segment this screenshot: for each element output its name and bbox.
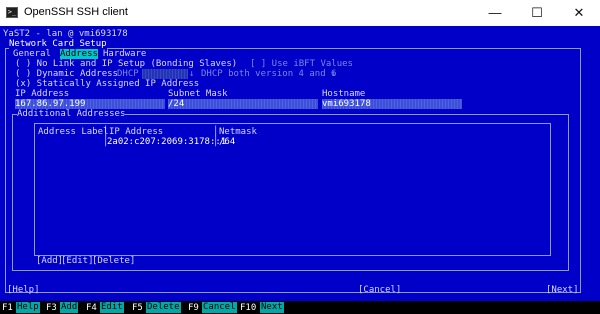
chevron-down-icon: ↓	[331, 69, 337, 79]
edit-button[interactable]: [Edit]	[61, 256, 94, 266]
column-header-ip-address[interactable]: IP Address	[109, 127, 163, 137]
tab-general[interactable]: General	[13, 49, 51, 59]
row-netmask: /64	[219, 137, 236, 147]
radio-no-link[interactable]: ( ) No Link and IP Setup (Bonding Slaves…	[15, 59, 237, 69]
subnet-mask-input[interactable]: /24	[168, 99, 184, 109]
minimize-icon[interactable]: —	[474, 0, 516, 26]
fkey-f1[interactable]: F1	[2, 303, 13, 313]
ip-address-label: IP Address	[15, 89, 70, 99]
dialog-title: Network Card Setup	[9, 39, 107, 49]
fkey-label-add[interactable]: Add	[60, 302, 79, 313]
fkey-label-next[interactable]: Next	[260, 302, 284, 313]
chevron-down-icon: ↓	[189, 69, 195, 79]
column-separator: │	[213, 137, 219, 147]
fkey-label-cancel[interactable]: Cancel	[202, 302, 237, 313]
additional-addresses-title: Additional Addresses	[17, 109, 126, 119]
column-header-netmask[interactable]: Netmask	[219, 127, 257, 137]
column-separator: │	[103, 127, 109, 137]
yast-header: YaST2 - lan @ vmi693178	[3, 29, 128, 39]
fkey-label-delete[interactable]: Delete	[146, 302, 181, 313]
help-button[interactable]: [Help]	[7, 285, 40, 295]
row-ip-address: 2a02:c207:2069:3178::1	[107, 137, 227, 147]
fkey-f4[interactable]: F4	[86, 303, 97, 313]
subnet-mask-field[interactable]	[168, 99, 318, 109]
radio-dynamic[interactable]: ( ) Dynamic Address	[15, 69, 118, 79]
subnet-mask-label: Subnet Mask	[168, 89, 228, 99]
fkey-f3[interactable]: F3	[46, 303, 57, 313]
window-titlebar: >_ OpenSSH SSH client — ☐ ✕	[0, 0, 600, 26]
column-header-address-label[interactable]: Address Label	[38, 127, 108, 137]
window-title: OpenSSH SSH client	[24, 6, 128, 18]
checkbox-ibft[interactable]: [ ] Use iBFT Values	[250, 59, 353, 69]
terminal-icon: >_	[6, 7, 18, 18]
tab-hardware[interactable]: Hardware	[103, 49, 147, 59]
delete-button[interactable]: [Delete]	[92, 256, 135, 266]
next-button[interactable]: [Next]	[546, 285, 579, 295]
hostname-input[interactable]: vmi693178	[322, 99, 371, 109]
fkey-label-help[interactable]: Help	[16, 302, 40, 313]
terminal-area[interactable]: YaST2 - lan @ vmi693178 Network Card Set…	[0, 26, 600, 314]
close-icon[interactable]: ✕	[558, 0, 600, 26]
hostname-label: Hostname	[322, 89, 366, 99]
cancel-button[interactable]: [Cancel]	[358, 285, 401, 295]
fkey-f9[interactable]: F9	[188, 303, 199, 313]
tab-address[interactable]: Address	[60, 49, 98, 59]
radio-static[interactable]: (x) Statically Assigned IP Address	[15, 79, 199, 89]
fkey-label-edit[interactable]: Edit	[100, 302, 124, 313]
fkey-f10[interactable]: F10	[240, 303, 256, 313]
maximize-icon[interactable]: ☐	[516, 0, 558, 26]
add-button[interactable]: [Add]	[36, 256, 63, 266]
function-key-bar: F1 Help F3 Add F4 Edit F5 Delete F9 Canc…	[0, 301, 600, 314]
dhcp-select[interactable]: DHCP	[117, 69, 139, 79]
ip-address-input[interactable]: 167.86.97.199	[15, 99, 85, 109]
dhcp-select-field[interactable]	[142, 69, 188, 79]
dhcp-version-select[interactable]: DHCP both version 4 and 6	[201, 69, 336, 79]
column-separator: │	[213, 127, 219, 137]
fkey-f5[interactable]: F5	[132, 303, 143, 313]
